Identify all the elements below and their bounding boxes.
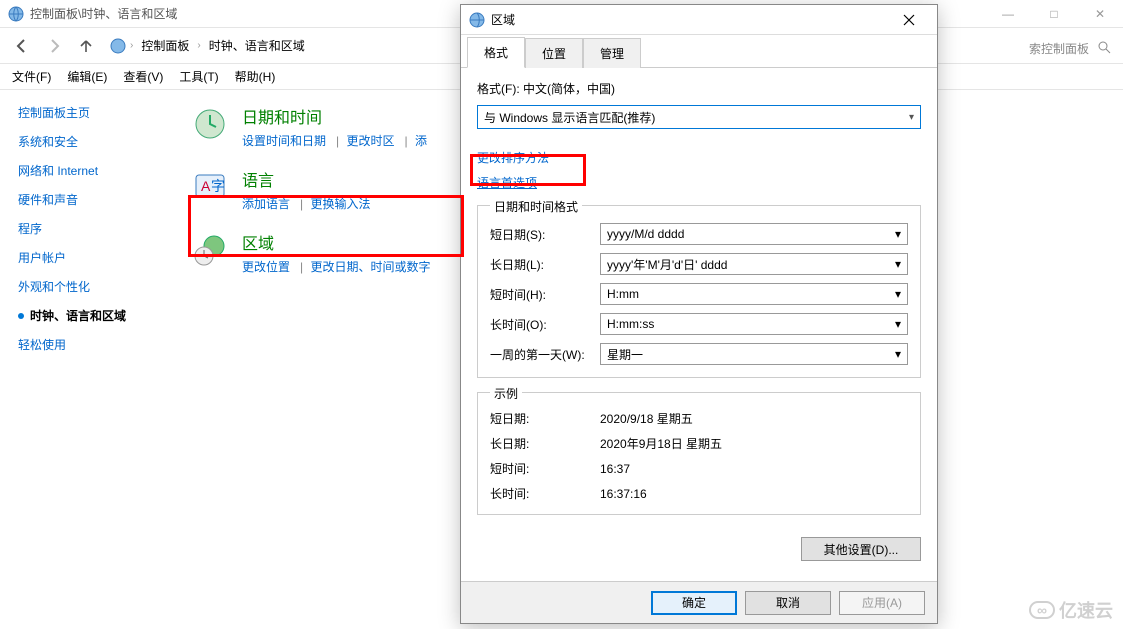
group-title: 日期和时间格式 bbox=[490, 198, 582, 215]
chevron-right-icon: › bbox=[197, 40, 200, 51]
search-icon[interactable] bbox=[1097, 40, 1111, 57]
link-change-location[interactable]: 更改位置 bbox=[242, 260, 290, 274]
ex-long-time-label: 长时间: bbox=[490, 485, 600, 502]
language-icon: A字 bbox=[190, 167, 230, 207]
apply-button[interactable]: 应用(A) bbox=[839, 591, 925, 615]
sidebar-item-appearance[interactable]: 外观和个性化 bbox=[18, 278, 160, 295]
menu-tools[interactable]: 工具(T) bbox=[179, 68, 218, 85]
long-date-label: 长日期(L): bbox=[490, 256, 600, 273]
dialog-titlebar: 区域 bbox=[461, 5, 937, 35]
active-bullet-icon bbox=[18, 313, 24, 319]
clock-icon bbox=[190, 104, 230, 144]
dialog-footer: 确定 取消 应用(A) bbox=[461, 581, 937, 623]
sidebar-item-programs[interactable]: 程序 bbox=[18, 220, 160, 237]
first-day-combo[interactable]: 星期一▾ bbox=[600, 343, 908, 365]
sidebar-item-ease[interactable]: 轻松使用 bbox=[18, 336, 160, 353]
short-time-label: 短时间(H): bbox=[490, 286, 600, 303]
chevron-down-icon: ▾ bbox=[895, 257, 901, 271]
dialog-close-button[interactable] bbox=[889, 6, 929, 34]
sidebar-item-clock-region[interactable]: 时钟、语言和区域 bbox=[30, 307, 126, 324]
watermark-text: 亿速云 bbox=[1059, 597, 1113, 623]
chevron-down-icon: ▾ bbox=[895, 347, 901, 361]
link-change-formats[interactable]: 更改日期、时间或数字 bbox=[310, 260, 430, 274]
svg-text:A: A bbox=[201, 178, 211, 194]
chevron-down-icon: ▾ bbox=[909, 112, 914, 123]
chevron-down-icon: ▾ bbox=[895, 287, 901, 301]
sidebar-item-hardware[interactable]: 硬件和声音 bbox=[18, 191, 160, 208]
back-button[interactable] bbox=[8, 32, 36, 60]
long-date-combo[interactable]: yyyy'年'M'月'd'日' dddd▾ bbox=[600, 253, 908, 275]
format-label: 格式(F): 中文(简体，中国) bbox=[477, 80, 921, 97]
chevron-down-icon: ▾ bbox=[895, 227, 901, 241]
example-group: 示例 短日期:2020/9/18 星期五 长日期:2020年9月18日 星期五 … bbox=[477, 392, 921, 515]
region-icon bbox=[190, 230, 230, 270]
globe-icon bbox=[469, 12, 485, 28]
format-combo-value: 与 Windows 显示语言匹配(推荐) bbox=[484, 109, 655, 126]
menu-file[interactable]: 文件(F) bbox=[12, 68, 51, 85]
short-date-label: 短日期(S): bbox=[490, 226, 600, 243]
ex-short-time-value: 16:37 bbox=[600, 462, 630, 476]
menu-help[interactable]: 帮助(H) bbox=[235, 68, 276, 85]
tab-format[interactable]: 格式 bbox=[467, 37, 525, 68]
search-placeholder[interactable]: 索控制面板 bbox=[1029, 40, 1089, 57]
main-window-title: 控制面板\时钟、语言和区域 bbox=[30, 5, 177, 22]
menu-view[interactable]: 查看(V) bbox=[123, 68, 163, 85]
dialog-tabs: 格式 位置 管理 bbox=[461, 35, 937, 67]
category-title[interactable]: 日期和时间 bbox=[242, 104, 431, 128]
long-time-combo[interactable]: H:mm:ss▾ bbox=[600, 313, 908, 335]
long-time-label: 长时间(O): bbox=[490, 316, 600, 333]
crumb-clock-language-region[interactable]: 时钟、语言和区域 bbox=[205, 35, 309, 56]
first-day-label: 一周的第一天(W): bbox=[490, 346, 600, 363]
category-title[interactable]: 区域 bbox=[242, 230, 435, 254]
link-add-language[interactable]: 添加语言 bbox=[242, 197, 290, 211]
short-time-combo[interactable]: H:mm▾ bbox=[600, 283, 908, 305]
link-set-datetime[interactable]: 设置时间和日期 bbox=[242, 134, 326, 148]
close-button[interactable]: ✕ bbox=[1077, 0, 1123, 28]
sidebar-home[interactable]: 控制面板主页 bbox=[18, 104, 160, 121]
link-change-ime[interactable]: 更换输入法 bbox=[310, 197, 370, 211]
chevron-down-icon: ▾ bbox=[895, 317, 901, 331]
group-title: 示例 bbox=[490, 385, 522, 402]
datetime-format-group: 日期和时间格式 短日期(S):yyyy/M/d dddd▾ 长日期(L):yyy… bbox=[477, 205, 921, 378]
sidebar: 控制面板主页 系统和安全 网络和 Internet 硬件和声音 程序 用户帐户 … bbox=[0, 90, 170, 629]
ex-long-date-label: 长日期: bbox=[490, 435, 600, 452]
watermark: 亿速云 bbox=[1029, 597, 1113, 623]
other-settings-button[interactable]: 其他设置(D)... bbox=[801, 537, 921, 561]
ex-long-date-value: 2020年9月18日 星期五 bbox=[600, 435, 722, 452]
chevron-right-icon: › bbox=[130, 40, 133, 51]
format-combo[interactable]: 与 Windows 显示语言匹配(推荐) ▾ bbox=[477, 105, 921, 129]
region-dialog: 区域 格式 位置 管理 格式(F): 中文(简体，中国) 与 Windows 显… bbox=[460, 4, 938, 624]
ex-short-date-label: 短日期: bbox=[490, 410, 600, 427]
dialog-body: 格式(F): 中文(简体，中国) 与 Windows 显示语言匹配(推荐) ▾ … bbox=[461, 67, 937, 581]
ex-long-time-value: 16:37:16 bbox=[600, 487, 647, 501]
crumb-control-panel[interactable]: 控制面板 bbox=[137, 35, 193, 56]
tab-location[interactable]: 位置 bbox=[525, 38, 583, 68]
link-change-sort[interactable]: 更改排序方法 bbox=[477, 149, 921, 166]
link-language-prefs[interactable]: 语言首选项 bbox=[477, 174, 921, 191]
sidebar-item-accounts[interactable]: 用户帐户 bbox=[18, 249, 160, 266]
cancel-button[interactable]: 取消 bbox=[745, 591, 831, 615]
ex-short-time-label: 短时间: bbox=[490, 460, 600, 477]
globe-icon bbox=[8, 6, 24, 22]
link-add-clock[interactable]: 添 bbox=[415, 134, 427, 148]
sidebar-item-system[interactable]: 系统和安全 bbox=[18, 133, 160, 150]
ok-button[interactable]: 确定 bbox=[651, 591, 737, 615]
svg-text:字: 字 bbox=[211, 178, 225, 194]
globe-icon bbox=[110, 38, 126, 54]
link-change-timezone[interactable]: 更改时区 bbox=[346, 134, 394, 148]
maximize-button[interactable]: □ bbox=[1031, 0, 1077, 28]
tab-admin[interactable]: 管理 bbox=[583, 38, 641, 68]
ex-short-date-value: 2020/9/18 星期五 bbox=[600, 410, 693, 427]
window-buttons: — □ ✕ bbox=[985, 0, 1123, 28]
short-date-combo[interactable]: yyyy/M/d dddd▾ bbox=[600, 223, 908, 245]
up-button[interactable] bbox=[72, 32, 100, 60]
menu-edit[interactable]: 编辑(E) bbox=[67, 68, 107, 85]
watermark-icon bbox=[1029, 601, 1055, 619]
forward-button[interactable] bbox=[40, 32, 68, 60]
category-title[interactable]: 语言 bbox=[242, 167, 375, 191]
dialog-title: 区域 bbox=[491, 11, 515, 28]
minimize-button[interactable]: — bbox=[985, 0, 1031, 28]
sidebar-item-network[interactable]: 网络和 Internet bbox=[18, 162, 160, 179]
